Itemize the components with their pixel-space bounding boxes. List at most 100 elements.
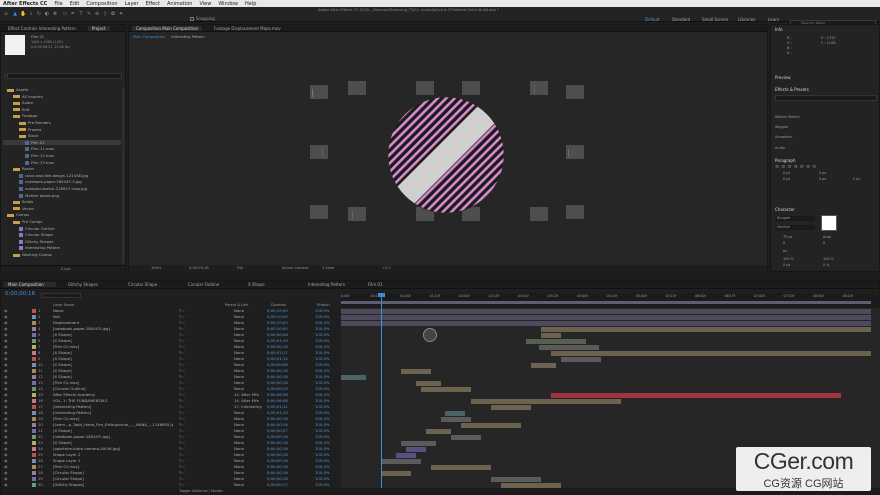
menu-animation[interactable]: Animation	[167, 1, 193, 7]
timeline-tab[interactable]: X Shape	[244, 282, 296, 287]
layer-clip-bar[interactable]	[381, 458, 421, 464]
font-family-dropdown[interactable]: Bungee	[775, 216, 815, 221]
tab-composition-main[interactable]: Composition Main Composition	[132, 25, 203, 31]
project-item[interactable]: notebook-paper-180447-3.jpg	[3, 179, 121, 185]
paragraph-indent-left[interactable]: 0 px	[783, 171, 790, 175]
project-folder[interactable]: Stock	[3, 133, 121, 139]
font-style-dropdown[interactable]: Hairline	[775, 225, 815, 230]
layer-clip-bar[interactable]	[431, 464, 491, 470]
font-size-value[interactable]: 75 px	[783, 235, 793, 239]
preset-wiggler[interactable]: Wiggler	[775, 125, 788, 129]
menu-edit[interactable]: Edit	[70, 1, 80, 7]
paragraph-space-after[interactable]: 0 px	[853, 177, 860, 181]
eraser-tool-icon[interactable]: ◊	[102, 11, 108, 17]
project-item[interactable]: Glitchy Shapes	[3, 239, 121, 245]
workspace-default[interactable]: Default	[645, 17, 660, 22]
effects-presets-title[interactable]: Effects & Presets	[775, 87, 809, 92]
preview-title[interactable]: Preview	[775, 75, 791, 80]
layer-clip-bar[interactable]	[531, 362, 556, 368]
layer-clip-bar[interactable]	[541, 332, 561, 338]
work-area-bar[interactable]	[341, 301, 871, 304]
layer-clip-bar[interactable]	[381, 470, 411, 476]
hscale-value[interactable]: 100 %	[823, 257, 834, 261]
project-search-input[interactable]	[4, 73, 122, 79]
project-item[interactable]: Circular Outline	[3, 226, 121, 232]
paragraph-align-icons[interactable]: ≡≡≡≡≡≡≡	[775, 164, 818, 170]
layer-clip-bar[interactable]	[491, 476, 541, 482]
layer-clip-bar[interactable]	[551, 350, 871, 356]
subtab-main-composition[interactable]: Main Composition	[133, 35, 165, 39]
app-name[interactable]: After Effects CC	[3, 1, 47, 7]
color-swatch[interactable]	[821, 215, 837, 231]
leading-value[interactable]: Auto	[823, 235, 831, 239]
timeline-tab[interactable]: Circular Outline	[184, 282, 236, 287]
workspace-standard[interactable]: Standard	[672, 17, 690, 22]
current-time[interactable]: 0;00;00;18	[189, 266, 209, 270]
project-item[interactable]: Circular Shape	[3, 232, 121, 238]
project-folder[interactable]: Audio	[3, 100, 121, 106]
menu-help[interactable]: Help	[245, 1, 256, 7]
toggle-switches-modes[interactable]: Toggle Switches / Modes	[179, 489, 223, 493]
timeline-tab[interactable]: Interesting Pattern	[304, 282, 356, 287]
resolution-dropdown[interactable]: Full	[237, 266, 243, 270]
project-item[interactable]: Film 11.mov	[3, 146, 121, 152]
layer-clip-bar[interactable]	[501, 482, 561, 488]
playhead-handle[interactable]	[378, 293, 385, 297]
preset-motion-sketch[interactable]: Motion Sketch	[775, 115, 800, 119]
brush-tool-icon[interactable]: ✎	[86, 11, 92, 17]
tab-project[interactable]: Project	[87, 25, 110, 31]
timeline-search-input[interactable]	[41, 293, 81, 298]
layer-clip-bar[interactable]	[491, 404, 531, 410]
menu-window[interactable]: Window	[218, 1, 238, 7]
workspace-small-screen[interactable]: Small Screen	[702, 17, 728, 22]
paragraph-indent-right[interactable]: 0 px	[819, 171, 826, 175]
project-item[interactable]: notepad-sketch-228917-crop.jpg	[3, 186, 121, 192]
composition-canvas[interactable]	[282, 57, 613, 262]
project-item[interactable]: color-rose-tee-design-121438.jpg	[3, 173, 121, 179]
layer-clip-bar[interactable]	[526, 338, 586, 344]
layer-clip-bar[interactable]	[341, 320, 871, 326]
paragraph-indent-first[interactable]: 0 px	[783, 177, 790, 181]
timeline-tab[interactable]: Circular Shape	[124, 282, 176, 287]
hand-tool-icon[interactable]: ✋	[20, 11, 26, 17]
layer-clip-bar[interactable]	[401, 368, 431, 374]
workspace-learn[interactable]: Learn	[768, 17, 779, 22]
project-folder[interactable]: Comps	[3, 212, 121, 218]
menu-file[interactable]: File	[54, 1, 62, 7]
layer-clip-bar[interactable]	[445, 410, 465, 416]
layer-clip-bar[interactable]	[426, 428, 451, 434]
project-folder[interactable]: AE imports	[3, 94, 121, 100]
project-folder[interactable]: Footage	[3, 113, 121, 119]
layer-clip-bar[interactable]	[461, 422, 521, 428]
project-folder[interactable]: Raster	[3, 166, 121, 172]
project-folder[interactable]: Solids	[3, 199, 121, 205]
puppet-tool-icon[interactable]: ✦	[118, 11, 124, 17]
layer-clip-bar[interactable]	[421, 386, 471, 392]
zoom-tool-icon[interactable]: ⌕	[28, 11, 34, 17]
timeline-tab[interactable]: Main Composition	[4, 282, 56, 287]
home-icon[interactable]: ⌂	[3, 11, 9, 17]
clone-tool-icon[interactable]: ⊕	[94, 11, 100, 17]
tsume-value[interactable]: 0 %	[823, 263, 829, 267]
project-folder[interactable]: Edit	[3, 107, 121, 113]
project-item[interactable]: Film 12.mov	[3, 153, 121, 159]
layer-clip-bar[interactable]	[441, 416, 471, 422]
project-folder[interactable]: Pre Renders	[3, 120, 121, 126]
layer-clip-bar[interactable]	[341, 374, 366, 380]
layer-clip-bar[interactable]	[416, 380, 441, 386]
project-item[interactable]: Film 01	[3, 139, 121, 146]
menu-composition[interactable]: Composition	[86, 1, 117, 7]
units-value[interactable]: px	[783, 249, 787, 253]
workspace-libraries[interactable]: Libraries	[738, 17, 755, 22]
menu-effect[interactable]: Effect	[146, 1, 160, 7]
menu-view[interactable]: View	[199, 1, 211, 7]
baseline-value[interactable]: 0 px	[783, 263, 790, 267]
project-folder[interactable]: Vector	[3, 206, 121, 212]
camera-dropdown[interactable]: Active Camera	[282, 266, 308, 270]
pen-tool-icon[interactable]: ✒	[70, 11, 76, 17]
type-tool-icon[interactable]: T	[78, 11, 84, 17]
subtab-interesting-pattern[interactable]: Interesting Pattern	[171, 35, 204, 39]
kerning-value[interactable]: 0	[783, 241, 785, 245]
layer-clip-bar[interactable]	[341, 314, 871, 320]
vscale-value[interactable]: 100 %	[783, 257, 794, 261]
